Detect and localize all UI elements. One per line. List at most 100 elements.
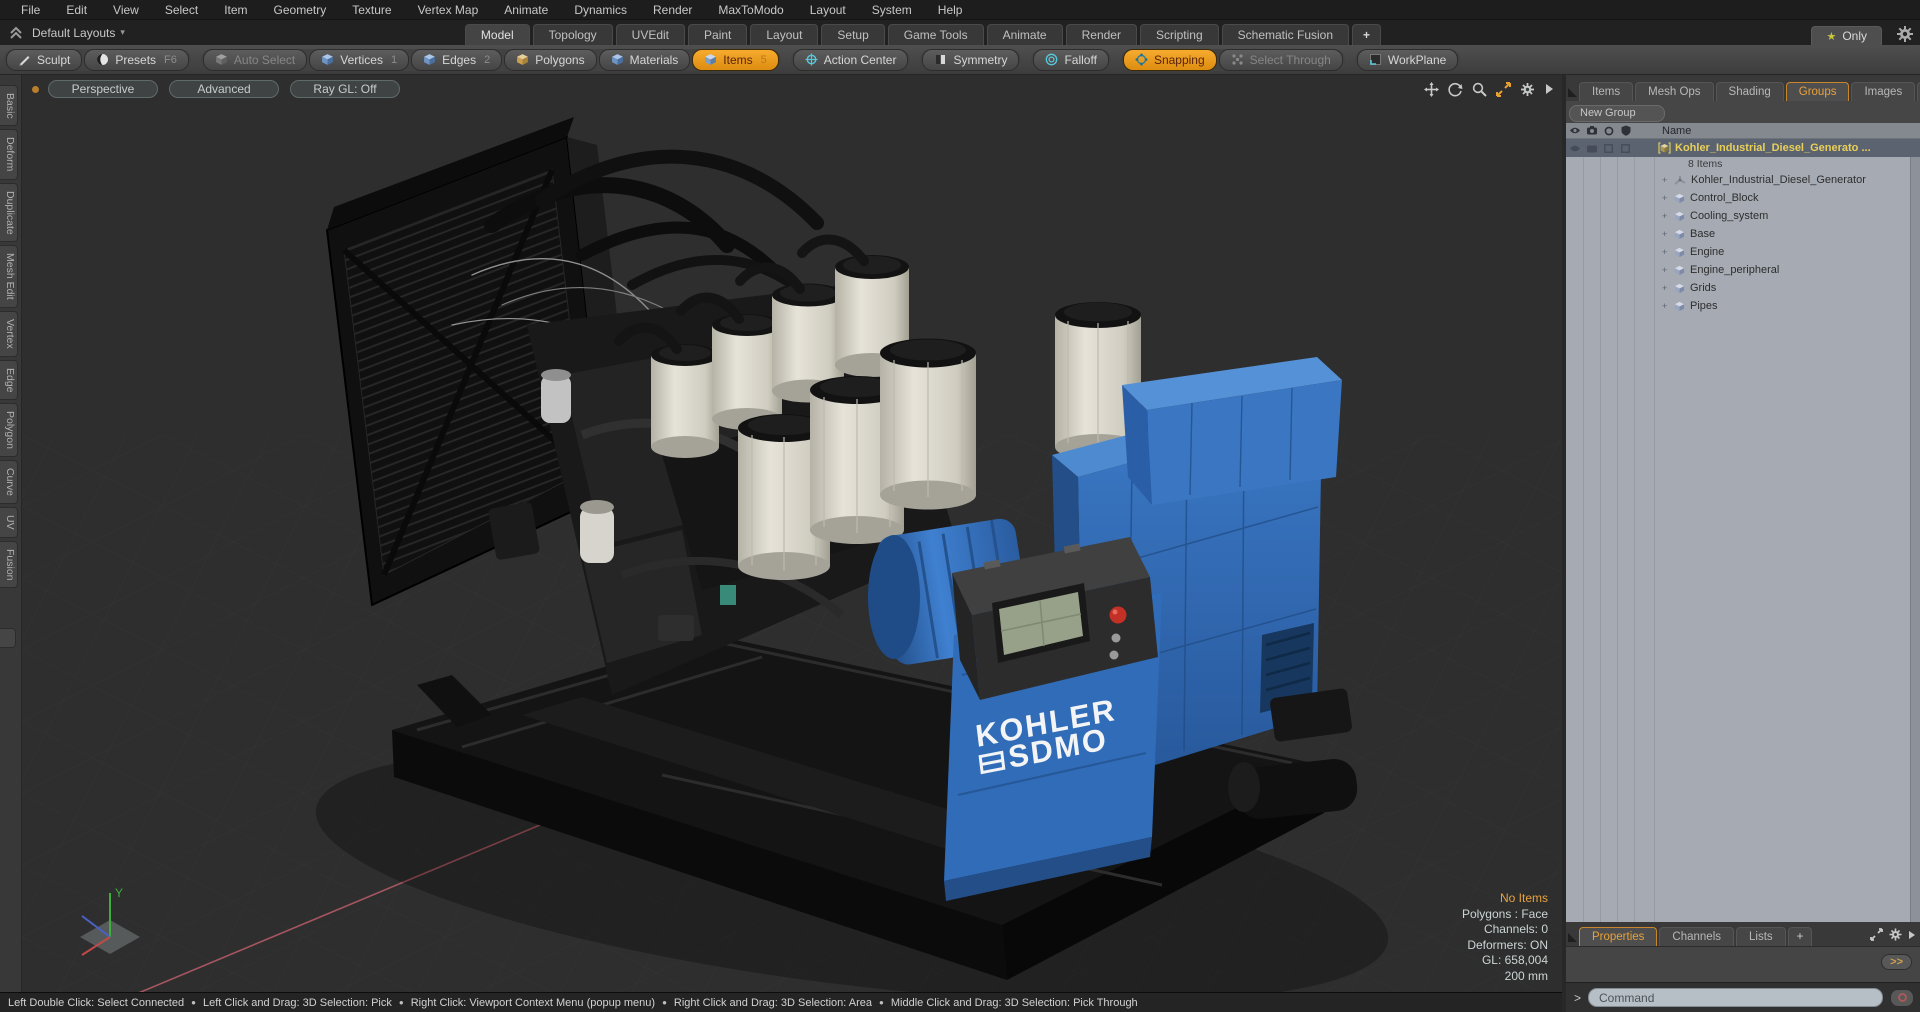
vertices-mode-button[interactable]: Vertices 1 bbox=[309, 48, 410, 71]
record-button[interactable] bbox=[1890, 988, 1914, 1007]
tab-images[interactable]: Images bbox=[1851, 82, 1916, 101]
viewport-menu-dot[interactable] bbox=[32, 85, 39, 93]
eye-icon[interactable] bbox=[1569, 126, 1581, 135]
menu-layout[interactable]: Layout bbox=[797, 3, 859, 17]
menu-animate[interactable]: Animate bbox=[491, 3, 561, 17]
group-row-selected[interactable]: Kohler_Industrial_Diesel_Generato ... bbox=[1566, 139, 1920, 157]
tab-mesh-ops[interactable]: Mesh Ops bbox=[1635, 82, 1714, 101]
checkbox-icon[interactable] bbox=[1604, 143, 1613, 153]
expander-icon[interactable]: + bbox=[1662, 265, 1674, 275]
menu-help[interactable]: Help bbox=[925, 3, 976, 17]
sidebar-tab-uv[interactable]: UV bbox=[0, 507, 18, 538]
perspective-button[interactable]: Perspective bbox=[48, 80, 158, 98]
edges-mode-button[interactable]: Edges 2 bbox=[411, 48, 503, 71]
symmetry-button[interactable]: Symmetry bbox=[922, 48, 1020, 71]
tab-items[interactable]: Items bbox=[1579, 82, 1634, 101]
viewport-settings-gear-icon[interactable] bbox=[1520, 82, 1535, 97]
tree-item-generator-locator[interactable]: + Kohler_Industrial_Diesel_Generator bbox=[1566, 171, 1920, 189]
expander-icon[interactable]: + bbox=[1662, 211, 1674, 221]
menu-item[interactable]: Item bbox=[211, 3, 260, 17]
tab-channels[interactable]: Channels bbox=[1659, 927, 1735, 946]
camera-icon[interactable] bbox=[1586, 126, 1598, 135]
zoom-icon[interactable] bbox=[1472, 82, 1487, 97]
materials-mode-button[interactable]: Materials bbox=[598, 48, 691, 71]
viewport-3d[interactable]: KOHLER SDMO Y Perspective Advanced Ray G… bbox=[22, 75, 1562, 992]
sidebar-tab-vertex[interactable]: Vertex bbox=[0, 311, 18, 357]
panel-more-arrow-icon[interactable] bbox=[1908, 930, 1916, 940]
sidebar-tab-fusion[interactable]: Fusion bbox=[0, 540, 18, 589]
command-input[interactable] bbox=[1588, 988, 1883, 1007]
sidebar-tab-duplicate[interactable]: Duplicate bbox=[0, 182, 18, 243]
expander-icon[interactable]: + bbox=[1662, 301, 1674, 311]
sidebar-tab-polygon[interactable]: Polygon bbox=[0, 403, 18, 458]
menu-file[interactable]: File bbox=[8, 3, 53, 17]
menu-edit[interactable]: Edit bbox=[53, 3, 100, 17]
select-through-button[interactable]: Select Through bbox=[1218, 48, 1343, 71]
tree-item-control-block[interactable]: + Control_Block bbox=[1566, 189, 1920, 207]
sidebar-tab-deform[interactable]: Deform bbox=[0, 129, 18, 180]
tab-schematic-fusion[interactable]: Schematic Fusion bbox=[1221, 24, 1350, 45]
raygl-button[interactable]: Ray GL: Off bbox=[290, 80, 400, 98]
sidebar-tab-curve[interactable]: Curve bbox=[0, 460, 18, 505]
sidebar-tab-mesh-edit[interactable]: Mesh Edit bbox=[0, 245, 18, 309]
menu-geometry[interactable]: Geometry bbox=[261, 3, 340, 17]
tree-item-pipes[interactable]: + Pipes bbox=[1566, 297, 1920, 315]
falloff-button[interactable]: Falloff bbox=[1033, 48, 1109, 71]
action-center-button[interactable]: Action Center bbox=[792, 48, 909, 71]
menu-texture[interactable]: Texture bbox=[339, 3, 404, 17]
shield-icon[interactable] bbox=[1621, 125, 1631, 136]
expander-icon[interactable]: + bbox=[1662, 175, 1674, 185]
maximize-icon[interactable] bbox=[1496, 81, 1511, 97]
tree-item-cooling-system[interactable]: + Cooling_system bbox=[1566, 207, 1920, 225]
sidebar-drag-handle[interactable] bbox=[0, 627, 16, 648]
menu-render[interactable]: Render bbox=[640, 3, 705, 17]
expand-properties-button[interactable]: >> bbox=[1881, 954, 1912, 970]
camera-icon[interactable] bbox=[1586, 144, 1598, 153]
tree-item-engine-peripheral[interactable]: + Engine_peripheral bbox=[1566, 261, 1920, 279]
tab-setup[interactable]: Setup bbox=[821, 24, 885, 45]
sidebar-tab-edge[interactable]: Edge bbox=[0, 359, 18, 401]
sidebar-tab-basic[interactable]: Basic bbox=[0, 84, 18, 127]
tab-topology[interactable]: Topology bbox=[532, 24, 613, 45]
expander-icon[interactable]: + bbox=[1662, 283, 1674, 293]
checkbox-icon[interactable] bbox=[1621, 143, 1630, 153]
tab-layout[interactable]: Layout bbox=[750, 24, 819, 45]
expand-panel-icon[interactable] bbox=[1870, 928, 1883, 941]
polygons-mode-button[interactable]: Polygons bbox=[504, 48, 597, 71]
snapping-button[interactable]: Snapping bbox=[1122, 48, 1217, 71]
tab-groups[interactable]: Groups bbox=[1785, 82, 1850, 101]
menu-select[interactable]: Select bbox=[152, 3, 211, 17]
panel-corner-icon[interactable] bbox=[1568, 88, 1577, 97]
tree-item-base[interactable]: + Base bbox=[1566, 225, 1920, 243]
expander-icon[interactable]: + bbox=[1662, 229, 1674, 239]
name-column-header[interactable]: Name bbox=[1662, 125, 1691, 137]
viewport-more-arrow-icon[interactable] bbox=[1544, 83, 1554, 95]
tab-model[interactable]: Model bbox=[464, 24, 530, 45]
tab-render[interactable]: Render bbox=[1065, 24, 1137, 45]
expander-icon[interactable]: + bbox=[1662, 247, 1674, 257]
menu-maxtomodo[interactable]: MaxToModo bbox=[705, 3, 796, 17]
menu-view[interactable]: View bbox=[100, 3, 152, 17]
auto-select-button[interactable]: Auto Select bbox=[202, 48, 308, 71]
expander-icon[interactable]: + bbox=[1662, 193, 1674, 203]
presets-button[interactable]: Presets F6 bbox=[84, 48, 189, 71]
gear-icon[interactable] bbox=[1896, 25, 1914, 43]
menu-system[interactable]: System bbox=[859, 3, 925, 17]
circle-icon[interactable] bbox=[1604, 126, 1614, 136]
add-workspace-tab-button[interactable]: + bbox=[1352, 24, 1382, 45]
only-button[interactable]: ★ Only bbox=[1811, 26, 1882, 45]
tab-animate[interactable]: Animate bbox=[986, 24, 1063, 45]
panel-corner-icon[interactable] bbox=[1568, 933, 1577, 942]
add-bottom-tab-button[interactable]: + bbox=[1787, 927, 1813, 946]
menu-vertex-map[interactable]: Vertex Map bbox=[405, 3, 492, 17]
tree-item-grids[interactable]: + Grids bbox=[1566, 279, 1920, 297]
tree-item-engine[interactable]: + Engine bbox=[1566, 243, 1920, 261]
sculpt-button[interactable]: Sculpt bbox=[6, 48, 83, 71]
items-mode-button[interactable]: Items 5 bbox=[692, 48, 779, 71]
tab-properties[interactable]: Properties bbox=[1579, 927, 1658, 946]
tab-scripting[interactable]: Scripting bbox=[1139, 24, 1219, 45]
workplane-button[interactable]: WorkPlane bbox=[1356, 48, 1459, 71]
menu-dynamics[interactable]: Dynamics bbox=[561, 3, 640, 17]
panel-settings-gear-icon[interactable] bbox=[1889, 928, 1902, 941]
shading-mode-button[interactable]: Advanced bbox=[169, 80, 279, 98]
